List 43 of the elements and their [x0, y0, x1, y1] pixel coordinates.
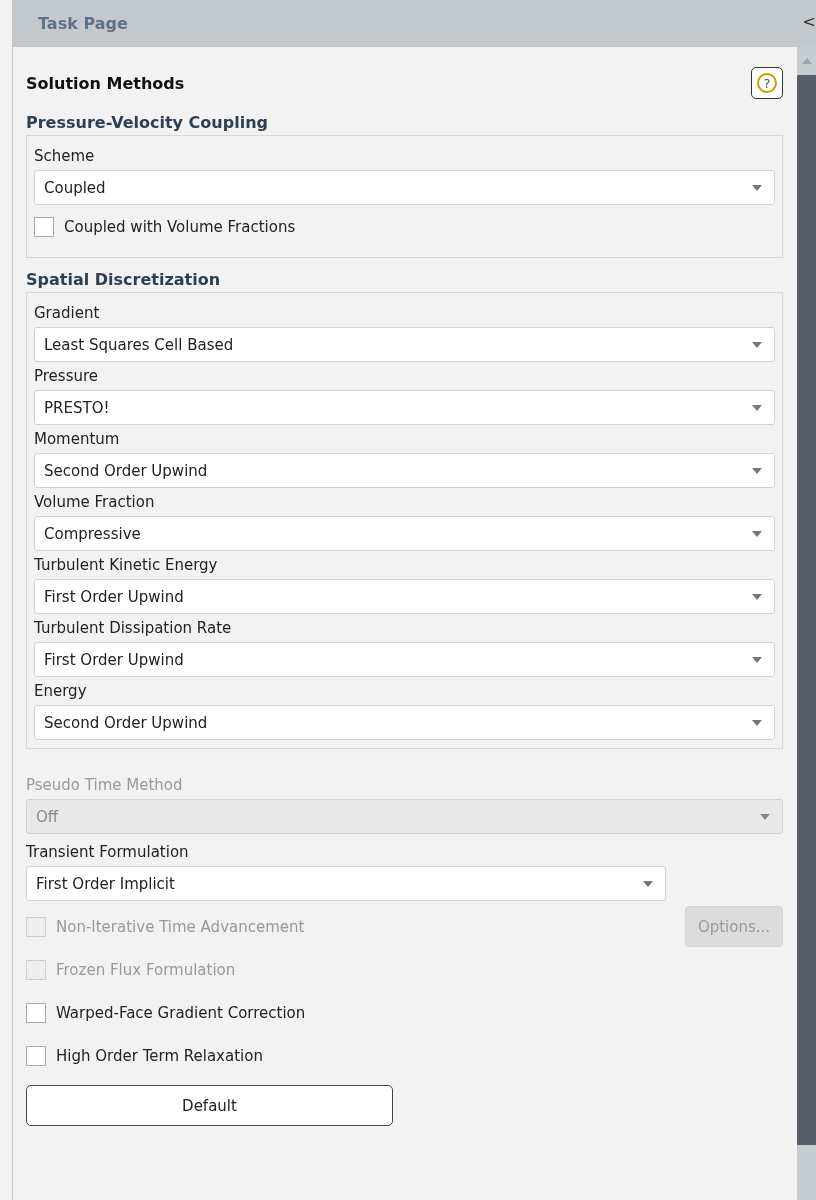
group-title: Pressure-Velocity Coupling: [26, 113, 269, 134]
scroll-up-icon[interactable]: [801, 58, 812, 64]
caret-icon: [643, 880, 653, 887]
help-button[interactable]: ?: [751, 67, 783, 99]
caret-icon: [752, 593, 762, 600]
field-label: Turbulent Kinetic Energy: [34, 555, 219, 576]
checkbox-option[interactable]: Warped-Face Gradient Correction: [26, 1002, 306, 1023]
dropdown[interactable]: Second Order Upwind: [34, 705, 775, 740]
checkbox[interactable]: [34, 217, 54, 237]
caret-icon: [752, 530, 762, 537]
field-label: Turbulent Dissipation Rate: [34, 618, 233, 639]
caret-icon: [760, 813, 770, 820]
field-label: Energy: [34, 681, 88, 702]
panel-title: Solution Methods: [26, 73, 185, 93]
caret-icon: [752, 656, 762, 663]
dropdown[interactable]: Coupled: [34, 170, 775, 205]
field-label: Volume Fraction: [34, 492, 156, 513]
checkbox[interactable]: [26, 1002, 46, 1023]
caret-icon: [752, 467, 762, 474]
field-label: Transient Formulation: [26, 842, 190, 863]
caret-icon: [752, 404, 762, 411]
dropdown[interactable]: Compressive: [34, 516, 775, 551]
group-title: Spatial Discretization: [26, 270, 222, 291]
dropdown[interactable]: Second Order Upwind: [34, 453, 775, 488]
checkbox[interactable]: [26, 1045, 46, 1066]
dropdown[interactable]: First Order Upwind: [34, 642, 775, 677]
field-label: Scheme: [34, 146, 96, 167]
checkbox-option[interactable]: High Order Term Relaxation: [26, 1045, 263, 1066]
caret-icon: [752, 719, 762, 726]
caret-icon: [752, 184, 762, 191]
default-button[interactable]: Default: [26, 1085, 393, 1126]
dropdown[interactable]: First Order Implicit: [26, 866, 666, 901]
window-title: Task Page: [38, 14, 128, 33]
field-label: Gradient: [34, 303, 101, 324]
dropdown[interactable]: First Order Upwind: [34, 579, 775, 614]
field-label: Pseudo Time Method: [26, 775, 184, 796]
field-label: Momentum: [34, 429, 121, 450]
caret-icon: [752, 341, 762, 348]
dropdown[interactable]: PRESTO!: [34, 390, 775, 425]
checkbox-option[interactable]: Coupled with Volume Fractions: [34, 217, 296, 237]
collapse-button[interactable]: <: [802, 12, 816, 31]
dropdown[interactable]: Least Squares Cell Based: [34, 327, 775, 362]
field-label: Pressure: [34, 366, 100, 387]
